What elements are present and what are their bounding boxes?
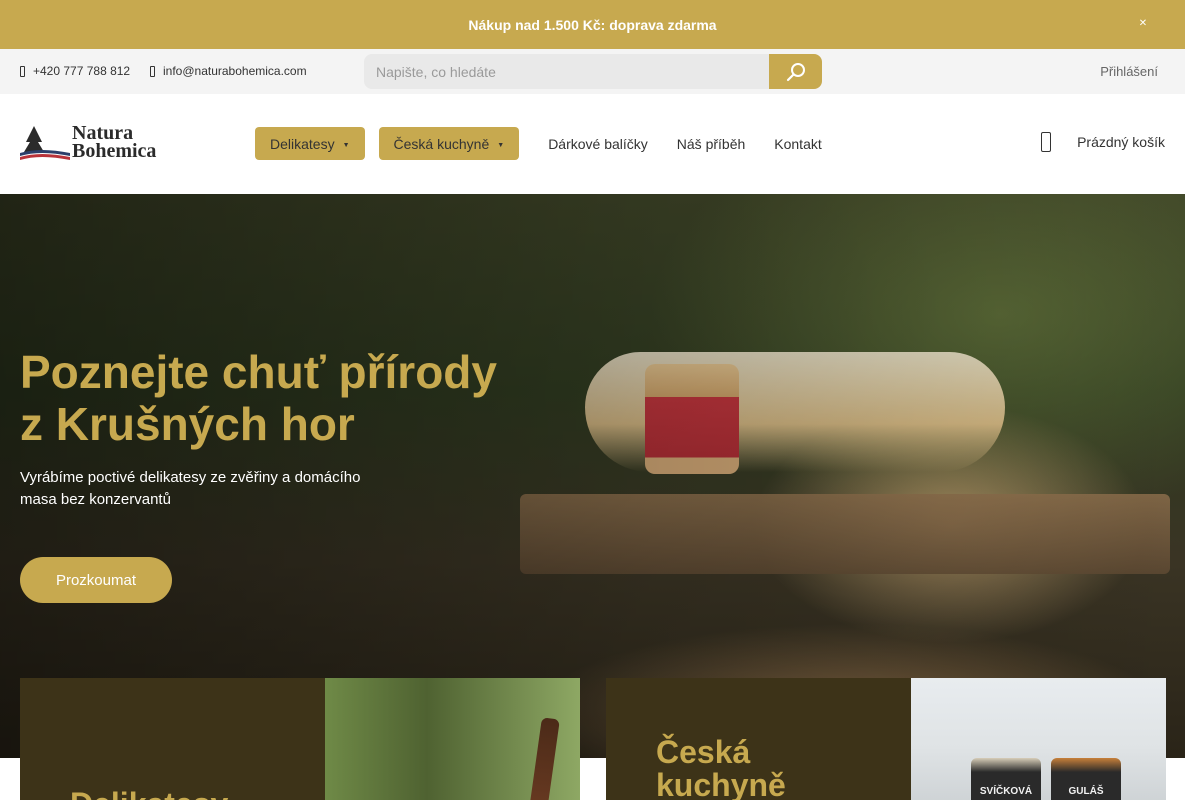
phone-icon <box>20 65 25 77</box>
category-image <box>325 678 580 800</box>
logo-text: Natura Bohemica <box>72 123 157 162</box>
nav-ceska-kuchyne[interactable]: Česká kuchyně ▼ <box>378 127 520 160</box>
knife-image <box>528 717 560 800</box>
login-link[interactable]: Přihlášení <box>1100 64 1158 79</box>
cart-label: Prázdný košík <box>1077 134 1165 150</box>
jar-gulas-image: GULÁŠ <box>1051 758 1121 800</box>
logo-mark-icon <box>20 126 70 160</box>
jar-label: GULÁŠ <box>1068 786 1104 797</box>
jar-svickova-image: SVÍČKOVÁ <box>971 758 1041 800</box>
hero-title-line1: Poznejte chuť přírody <box>20 346 497 398</box>
nav-darkove-balicky[interactable]: Dárkové balíčky <box>548 127 648 160</box>
hero-subtitle: Vyrábíme poctivé delikatesy ze zvěřiny a… <box>20 469 361 508</box>
search-button[interactable] <box>769 54 822 89</box>
promo-text: Nákup nad 1.500 Kč: doprava zdarma <box>468 16 717 33</box>
nav-kontakt[interactable]: Kontakt <box>774 127 821 160</box>
search-input[interactable] <box>364 54 769 89</box>
search-bar <box>364 54 822 89</box>
explore-button[interactable]: Prozkoumat <box>20 557 172 603</box>
promo-bar: Nákup nad 1.500 Kč: doprava zdarma ✕ <box>0 0 1185 49</box>
email-address: info@naturabohemica.com <box>163 64 307 78</box>
search-icon <box>786 62 805 81</box>
hero-title: Poznejte chuť přírody z Krušných hor <box>20 346 560 450</box>
category-card-delikatesy[interactable]: Delikatesy <box>20 678 580 800</box>
email-contact[interactable]: info@naturabohemica.com <box>150 64 307 78</box>
category-title-line1: Česká <box>656 734 751 770</box>
cart-icon <box>1041 132 1052 152</box>
category-card-text: Česká kuchyně <box>606 678 911 800</box>
category-title: Delikatesy <box>70 788 228 800</box>
category-title-line2: kuchyně <box>656 767 786 800</box>
phone-number: +420 777 788 812 <box>33 64 131 78</box>
category-card-text: Delikatesy <box>20 678 325 800</box>
phone-contact[interactable]: +420 777 788 812 <box>20 64 130 78</box>
category-card-ceska-kuchyne[interactable]: Česká kuchyně SVÍČKOVÁ GULÁŠ <box>606 678 1166 800</box>
category-title: Česká kuchyně <box>656 736 786 800</box>
chevron-down-icon: ▼ <box>497 142 505 149</box>
logo[interactable]: Natura Bohemica <box>20 122 185 164</box>
top-bar: +420 777 788 812 info@naturabohemica.com… <box>0 49 1185 94</box>
hero-banner: Poznejte chuť přírody z Krušných hor Vyr… <box>0 194 1185 758</box>
category-image: SVÍČKOVÁ GULÁŠ <box>911 678 1166 800</box>
nav-delikatesy[interactable]: Delikatesy ▼ <box>255 127 365 160</box>
mail-icon <box>150 65 155 77</box>
main-header: Natura Bohemica Delikatesy ▼ Česká kuchy… <box>0 94 1185 194</box>
chevron-down-icon: ▼ <box>342 142 350 149</box>
nav-delikatesy-label: Delikatesy <box>270 135 335 152</box>
nav-nas-pribeh[interactable]: Náš příběh <box>677 127 745 160</box>
hero-title-line2: z Krušných hor <box>20 398 355 450</box>
nav-ceska-kuchyne-label: Česká kuchyně <box>393 135 490 152</box>
jar-label: SVÍČKOVÁ <box>979 786 1033 797</box>
logo-line2: Bohemica <box>72 140 157 162</box>
main-nav: Delikatesy ▼ Česká kuchyně ▼ Dárkové bal… <box>255 127 851 160</box>
cart-button[interactable]: Prázdný košík <box>1041 132 1165 152</box>
close-icon[interactable]: ✕ <box>1137 18 1149 30</box>
